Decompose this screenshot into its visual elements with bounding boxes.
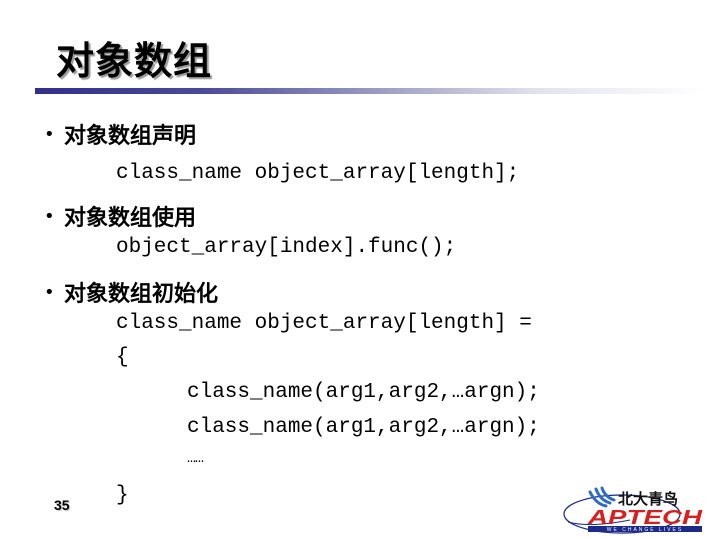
code-line: object_array[index].func();	[116, 236, 457, 259]
code-line: ……	[187, 450, 204, 467]
bird-swoosh-icon: 北大青鸟 APTECH WE CHANGE LIVES	[563, 486, 703, 534]
logo-tagline: WE CHANGE LIVES	[607, 527, 683, 533]
code-line: class_name(arg1,arg2,…argn);	[187, 381, 540, 404]
page-number: 35	[54, 497, 70, 513]
slide-title: 对象数组	[56, 39, 213, 83]
bullet-dot-icon: •	[44, 123, 55, 145]
logo-brand: APTECH	[587, 507, 703, 529]
bullet-usage: • 对象数组使用	[44, 200, 196, 232]
bullet-dot-icon: •	[44, 205, 55, 227]
bullet-heading: 对象数组声明	[64, 124, 197, 149]
code-line: class_name object_array[length] =	[116, 312, 532, 335]
bullet-dot-icon: •	[44, 281, 55, 303]
code-line: {	[116, 346, 129, 369]
bullet-initialization: • 对象数组初始化	[44, 276, 218, 308]
title-rule	[35, 88, 705, 94]
aptech-logo: 北大青鸟 APTECH WE CHANGE LIVES	[560, 484, 708, 536]
code-line: class_name object_array[length];	[116, 162, 520, 185]
bullet-heading: 对象数组使用	[64, 206, 197, 231]
code-line: }	[116, 484, 129, 507]
bullet-declaration: • 对象数组声明	[44, 118, 196, 150]
bullet-heading: 对象数组初始化	[64, 282, 219, 307]
code-line: class_name(arg1,arg2,…argn);	[187, 416, 540, 439]
logo-chinese: 北大青鸟	[618, 490, 678, 508]
